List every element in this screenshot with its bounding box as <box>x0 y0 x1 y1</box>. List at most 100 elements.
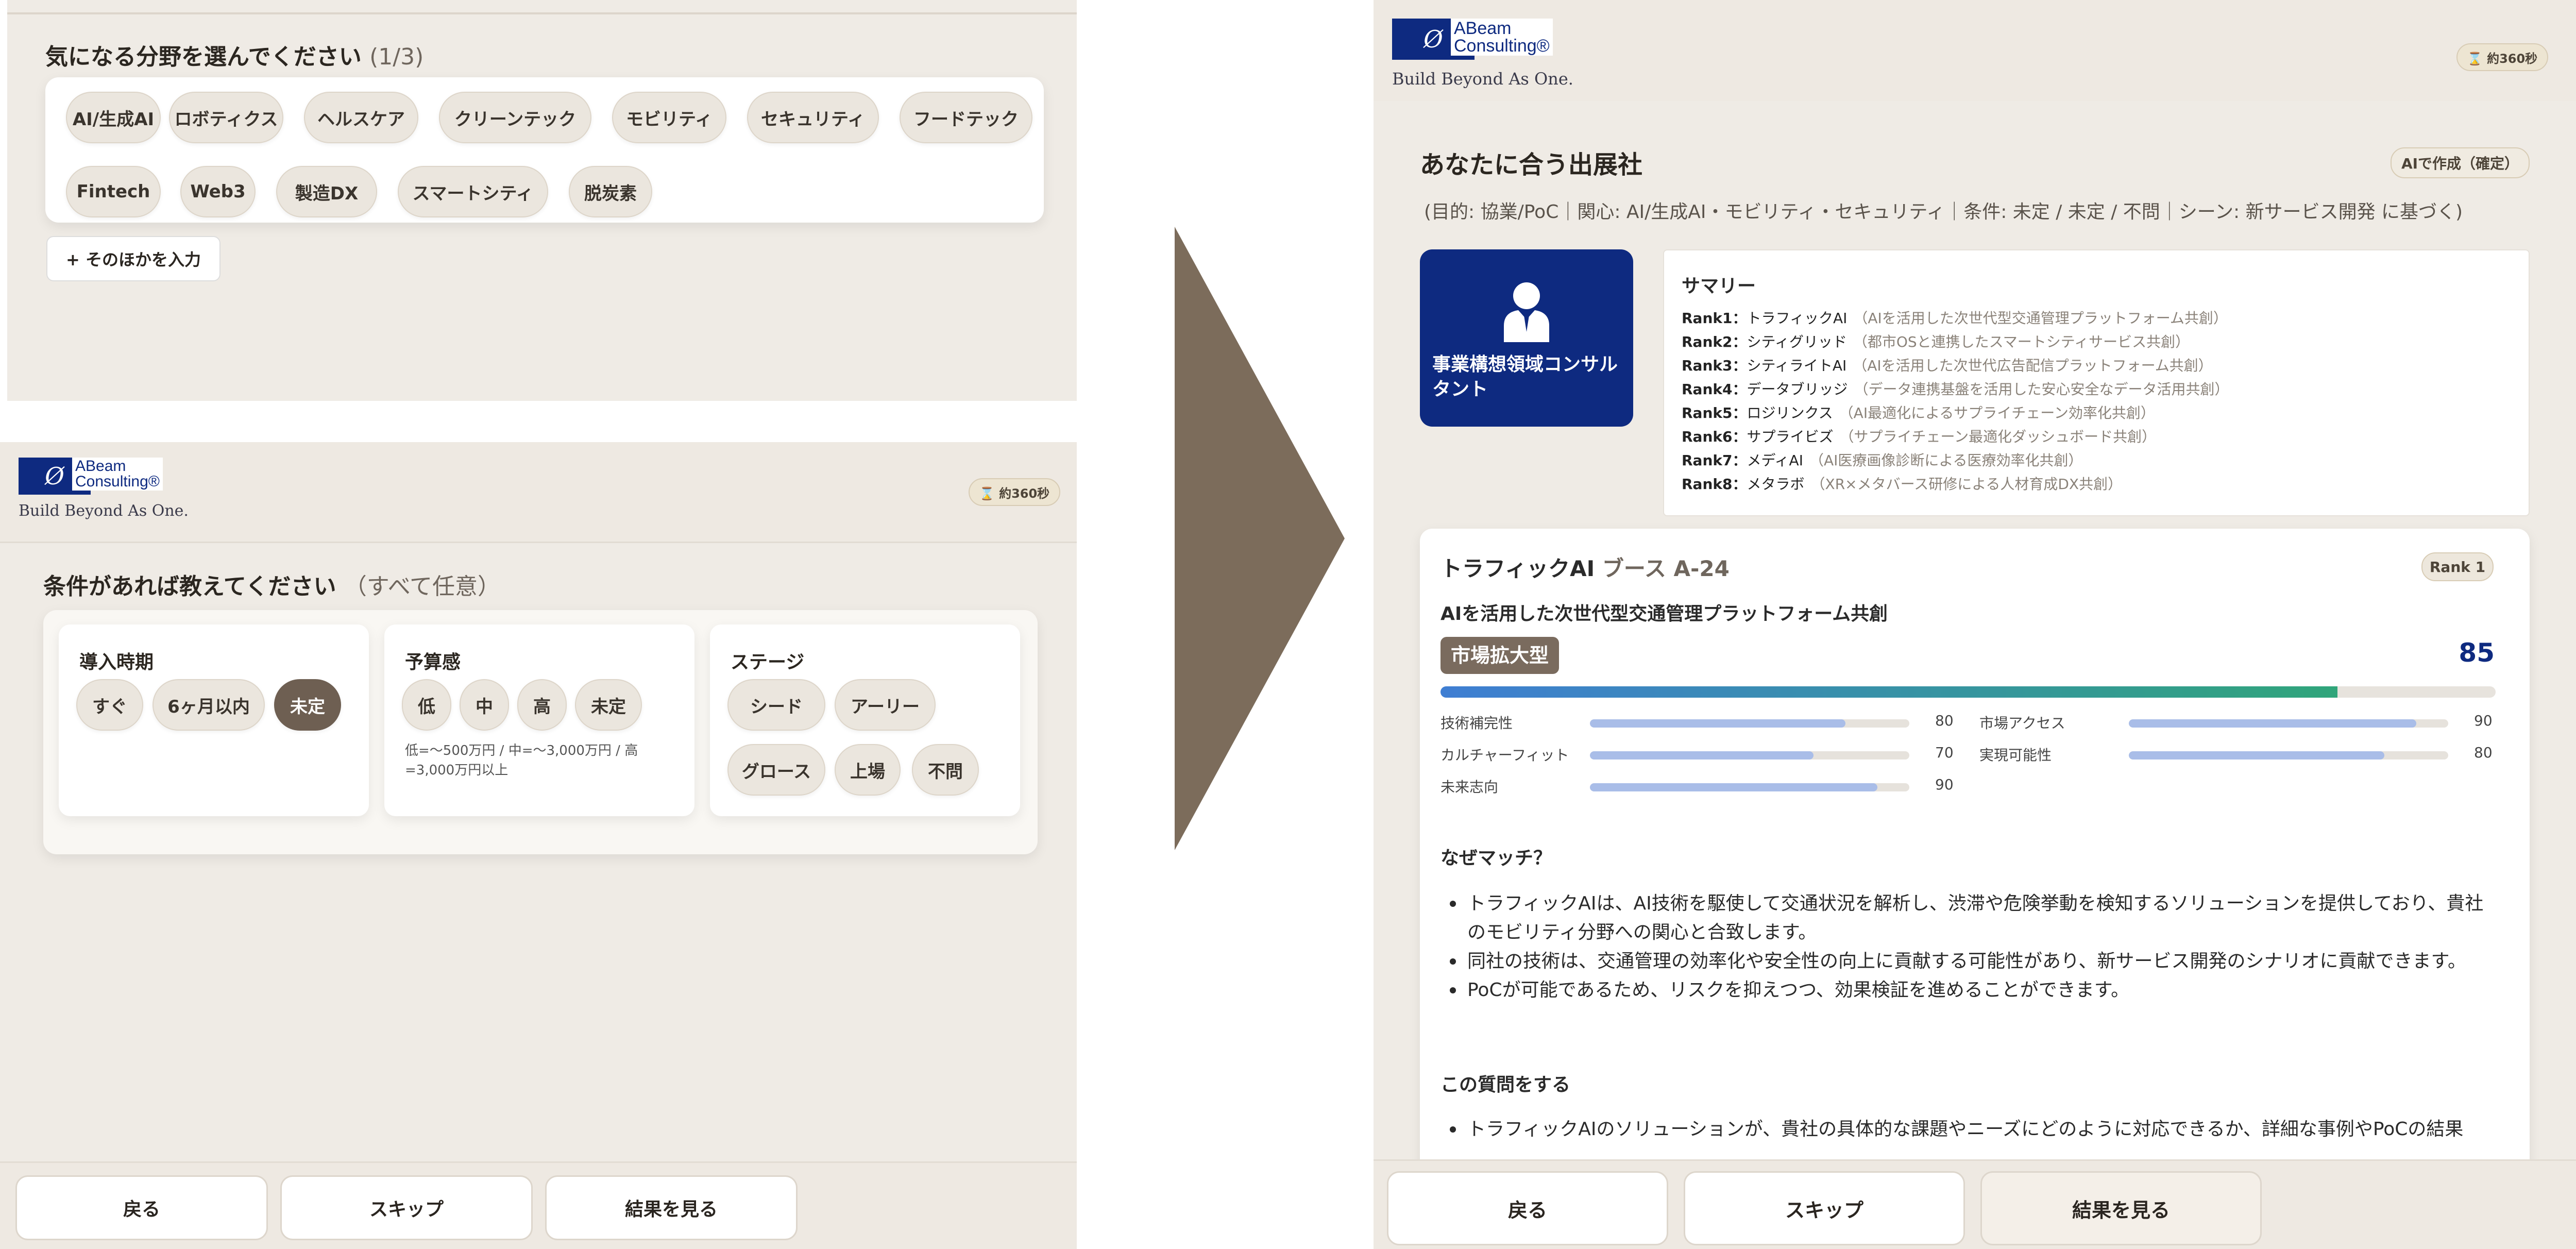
field-chip[interactable]: スマートシティ <box>398 166 548 217</box>
metric-bar <box>2129 719 2448 728</box>
see-results-button[interactable]: 結果を見る <box>545 1175 798 1240</box>
question-list: トラフィックAIのソリューションが、貴社の具体的な課題やニーズにどのように対応で… <box>1440 1115 2502 1144</box>
transition-arrow-icon <box>1175 227 1345 850</box>
consultant-person-icon <box>1504 282 1549 342</box>
logo-text: ABeam Consulting® <box>1451 19 1553 56</box>
skip-button[interactable]: スキップ <box>1684 1171 1965 1245</box>
summary-title: サマリー <box>1682 276 1756 297</box>
logo-line1: ABeam <box>75 458 126 475</box>
metric-value: 80 <box>2474 744 2493 761</box>
results-title: あなたに合う出展社 <box>1420 150 1643 179</box>
footer-bar: 戻る スキップ 結果を見る <box>1374 1159 2576 1249</box>
score-bar <box>1440 686 2496 698</box>
why-title: なぜマッチ？ <box>1440 848 1552 869</box>
booth-number: ブース A-24 <box>1602 556 1730 581</box>
stage-option[interactable]: グロース <box>727 744 825 796</box>
field-chip[interactable]: 脱炭素 <box>569 166 652 217</box>
step-counter: (1/3) <box>369 44 424 70</box>
metric-label: 実現可能性 <box>1979 747 2052 764</box>
field-chip-card: AI/生成AI ロボティクス ヘルスケア クリーンテック モビリティ セキュリティ フードテ… <box>45 77 1044 223</box>
rank-label: Rank7： <box>1682 452 1747 469</box>
field-chip[interactable]: 製造DX <box>276 166 377 217</box>
rank-list-item: Rank4：データブリッジ （データ連携基盤を活用した安心安全なデータ活用共創） <box>1682 378 2229 399</box>
timing-option[interactable]: すぐ <box>76 679 143 731</box>
rank-label: Rank3： <box>1682 357 1747 374</box>
footer-bar: 戻る スキップ 結果を見る <box>0 1161 1077 1249</box>
rank-label: Rank6： <box>1682 428 1747 445</box>
timing-label: 導入時期 <box>79 652 154 673</box>
field-chip[interactable]: モビリティ <box>612 92 726 143</box>
company-name-line: トラフィックAI ブース A-24 <box>1440 551 1730 583</box>
bullet-item: PoCが可能であるため、リスクを抑えつつ、効果検証を進めることができます。 <box>1440 976 2502 1005</box>
conditions-subtitle: （すべて任意） <box>344 573 500 600</box>
metric-bar-fill <box>2129 751 2384 759</box>
field-chip[interactable]: クリーンテック <box>439 92 591 143</box>
metric-value: 90 <box>2474 712 2493 729</box>
why-list: トラフィックAIは、AI技術を駆使して交通状況を解析し、渋滞や危険挙動を検知する… <box>1440 889 2502 1005</box>
results-screen: Ø ABeam Consulting® Build Beyond As One.… <box>1374 0 2576 1249</box>
add-other-field-button[interactable]: + そのほかを入力 <box>46 236 221 281</box>
metric-bar <box>1590 719 1909 728</box>
rank-company-name: シティグリッド <box>1747 333 1847 350</box>
field-chip[interactable]: ロボティクス <box>169 92 283 143</box>
budget-option[interactable]: 未定 <box>575 679 642 731</box>
rank-description: （データ連携基盤を活用した安心安全なデータ活用共創） <box>1854 381 2229 398</box>
timing-section: 導入時期 すぐ 6ヶ月以内 未定 <box>59 624 369 816</box>
conditions-screen: Ø ABeam Consulting® Build Beyond As One.… <box>0 442 1077 1249</box>
logo-line1: ABeam <box>1454 19 1512 38</box>
field-chip[interactable]: Fintech <box>66 166 161 217</box>
type-badge: 市場拡大型 <box>1440 637 1560 674</box>
field-chip[interactable]: セキュリティ <box>747 92 879 143</box>
rank-description: （XR×メタバース研修による人材育成DX共創） <box>1810 476 2123 493</box>
budget-option[interactable]: 低 <box>402 679 451 731</box>
rank-description: （AIを活用した次世代広告配信プラットフォーム共創） <box>1853 357 2213 374</box>
timing-option[interactable]: 未定 <box>274 679 341 731</box>
back-button[interactable]: 戻る <box>15 1175 268 1240</box>
top-divider <box>7 12 1077 14</box>
stage-option[interactable]: 上場 <box>835 744 901 796</box>
bullet-item: 同社の技術は、交通管理の効率化や安全性の向上に貢献する可能性があり、新サービス開… <box>1440 947 2502 976</box>
rank-label: Rank5： <box>1682 404 1747 421</box>
logo-line2: Consulting® <box>75 473 160 490</box>
rank-list-item: Rank2：シティグリッド （都市OSと連携したスマートシティサービス共創） <box>1682 331 2190 351</box>
see-results-button[interactable]: 結果を見る <box>1980 1171 2262 1245</box>
stage-option[interactable]: 不問 <box>912 744 979 796</box>
rank-company-name: メディAI <box>1747 452 1803 469</box>
metric-bar <box>1590 751 1909 759</box>
stage-option[interactable]: アーリー <box>835 679 936 731</box>
budget-option[interactable]: 中 <box>460 679 509 731</box>
metric-label: 未来志向 <box>1440 779 1499 796</box>
skip-button[interactable]: スキップ <box>280 1175 533 1240</box>
back-button[interactable]: 戻る <box>1387 1171 1668 1245</box>
rank-description: （サプライチェーン最適化ダッシュボード共創） <box>1839 428 2157 445</box>
question-title: この質問をする <box>1440 1074 1571 1095</box>
bullet-item: トラフィックAIのソリューションが、貴社の具体的な課題やニーズにどのように対応で… <box>1440 1115 2502 1144</box>
stage-option[interactable]: シード <box>727 679 825 731</box>
field-question-text: 気になる分野を選んでください <box>45 44 362 70</box>
metric-value: 80 <box>1935 712 1954 729</box>
logo-line2: Consulting® <box>1454 36 1550 56</box>
rank-list-item: Rank3：シティライトAI （AIを活用した次世代広告配信プラットフォーム共創） <box>1682 355 2213 375</box>
rank-label: Rank1： <box>1682 310 1747 327</box>
timing-option[interactable]: 6ヶ月以内 <box>152 679 265 731</box>
rank-company-name: ロジリンクス <box>1747 404 1833 421</box>
field-chip[interactable]: フードテック <box>900 92 1032 143</box>
stage-label: ステージ <box>731 652 805 673</box>
rank-company-name: サプライビズ <box>1747 428 1834 445</box>
logo-tagline: Build Beyond As One. <box>19 502 189 520</box>
budget-option[interactable]: 高 <box>517 679 567 731</box>
rank-description: （都市OSと連携したスマートシティサービス共創） <box>1853 333 2190 350</box>
match-score: 85 <box>2459 638 2495 668</box>
conditions-title: 条件があれば教えてください （すべて任意） <box>43 568 500 601</box>
metric-bar-fill <box>2129 719 2416 728</box>
bullet-item: トラフィックAIは、AI技術を駆使して交通状況を解析し、渋滞や危険挙動を検知する… <box>1440 889 2502 947</box>
field-chip[interactable]: ヘルスケア <box>304 92 418 143</box>
metric-label: カルチャーフィット <box>1440 747 1569 764</box>
field-selection-screen: 気になる分野を選んでください (1/3) AI/生成AI ロボティクス ヘルスケアク… <box>7 0 1077 401</box>
budget-label: 予算感 <box>405 652 461 673</box>
field-chip[interactable]: AI/生成AI <box>66 92 161 143</box>
rank-company-name: トラフィックAI <box>1747 310 1848 327</box>
conditions-title-text: 条件があれば教えてください <box>43 573 336 600</box>
field-chip[interactable]: Web3 <box>180 166 256 217</box>
rank-badge: Rank 1 <box>2421 552 2494 581</box>
